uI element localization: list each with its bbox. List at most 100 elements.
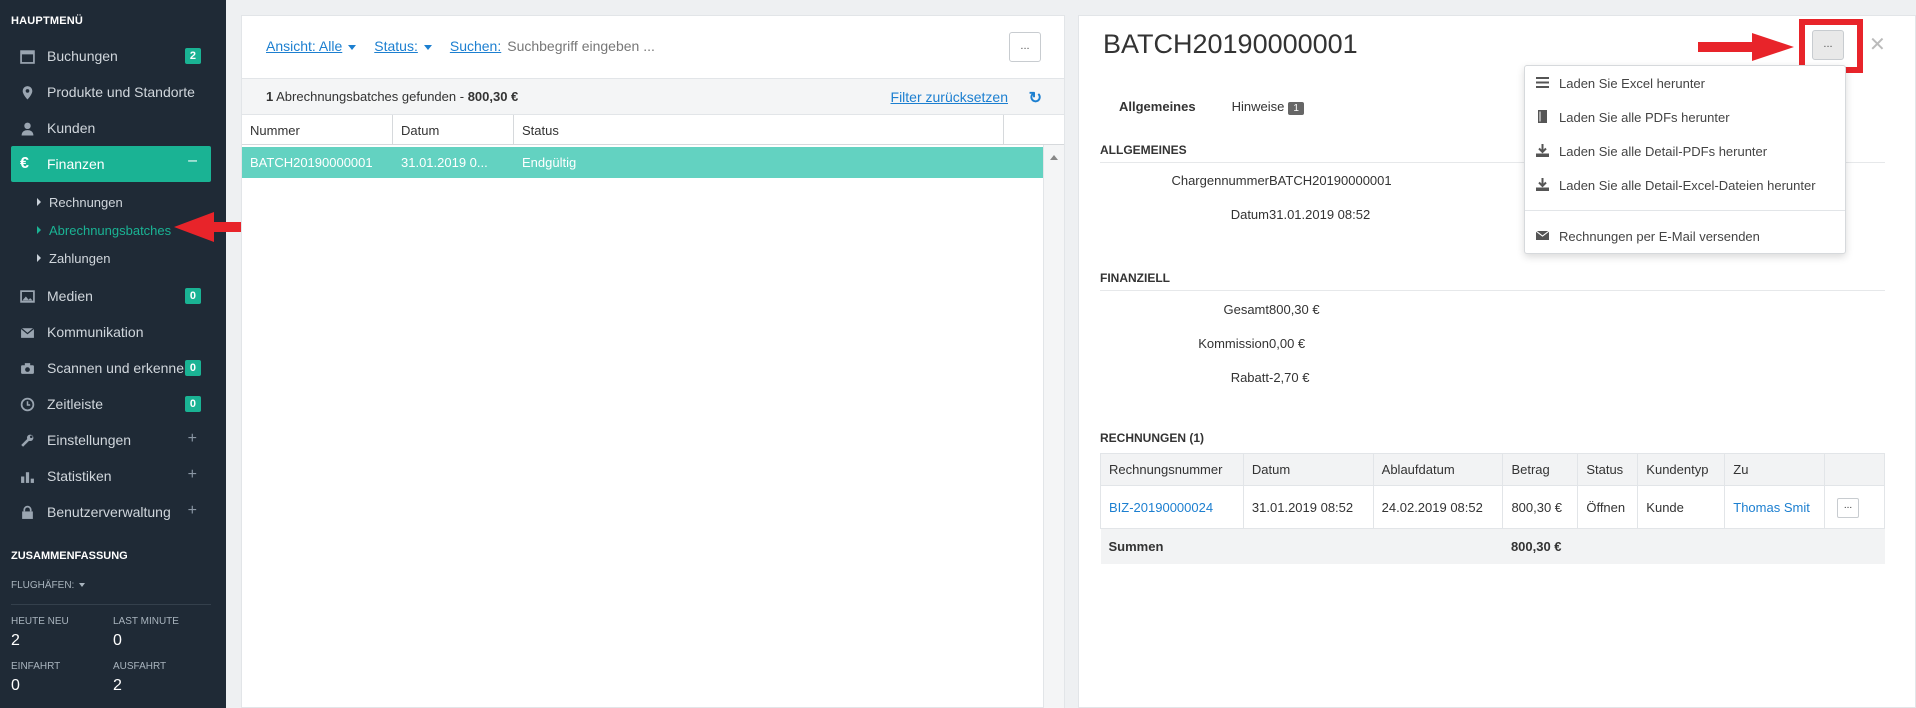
- download-dropdown-menu: Laden Sie Excel herunter Laden Sie alle …: [1524, 65, 1846, 254]
- sidebar-subitem-zahlungen[interactable]: Zahlungen: [0, 244, 226, 272]
- envelope-icon: [20, 327, 35, 338]
- batch-list-panel: Ansicht: Alle Status: Suchen: Suchbegrif…: [241, 15, 1065, 708]
- field-label: Gesamt: [1223, 302, 1269, 317]
- map-marker-icon: [22, 86, 33, 100]
- menu-item-label: Laden Sie alle Detail-Excel-Dateien heru…: [1559, 177, 1816, 193]
- tab-allgemeines[interactable]: Allgemeines: [1101, 86, 1214, 131]
- refresh-icon[interactable]: ↻: [1029, 88, 1042, 108]
- result-text: Abrechnungsbatches gefunden -: [276, 89, 465, 104]
- field-value: 31.01.2019 08:52: [1269, 207, 1371, 222]
- stat-value: 0: [113, 632, 122, 649]
- column-header-datum[interactable]: Datum: [393, 115, 514, 144]
- count-badge: 0: [184, 288, 201, 304]
- column-header-status[interactable]: Status: [514, 115, 1004, 144]
- bar-chart-icon: [21, 472, 34, 483]
- invoice-number-link[interactable]: BIZ-20190000024: [1109, 500, 1213, 515]
- sidebar-subitem-label: Zahlungen: [49, 250, 111, 266]
- field-label: Chargennummer: [1171, 173, 1269, 188]
- cell-status: Endgültig: [522, 155, 577, 170]
- sidebar-item-label: Scannen und erkennen: [47, 360, 192, 376]
- field-label: Datum: [1230, 207, 1269, 222]
- list-icon: [1536, 77, 1549, 88]
- column-header-nummer[interactable]: Nummer: [242, 115, 393, 144]
- invoice-amount-cell: 800,30 €: [1502, 485, 1579, 529]
- column-header-spacer: [1004, 115, 1043, 144]
- menu-item-pdfs[interactable]: Laden Sie alle PDFs herunter: [1525, 100, 1845, 134]
- sidebar-item-label: Einstellungen: [47, 432, 132, 448]
- airports-label: FLUGHÄFEN:: [11, 580, 75, 591]
- sidebar-subitem-label: Rechnungen: [49, 194, 123, 210]
- sidebar-item-kommunikation[interactable]: Kommunikation: [0, 314, 226, 350]
- close-icon[interactable]: ✕: [1869, 32, 1886, 57]
- detail-more-button[interactable]: ...: [1812, 30, 1844, 60]
- empty-cell: [1824, 528, 1885, 564]
- sidebar-item-buchungen[interactable]: Buchungen 2: [0, 38, 226, 74]
- status-filter[interactable]: Status:: [374, 38, 432, 54]
- expand-icon[interactable]: +: [188, 466, 197, 484]
- menu-item-email[interactable]: Rechnungen per E-Mail versenden: [1525, 219, 1845, 253]
- count-badge: 0: [184, 360, 201, 376]
- sidebar-item-zeitleiste[interactable]: Zeitleiste 0: [0, 386, 226, 422]
- sidebar-item-produkte[interactable]: Produkte und Standorte: [0, 74, 226, 110]
- sidebar-item-einstellungen[interactable]: Einstellungen +: [0, 422, 226, 458]
- sidebar-item-statistiken[interactable]: Statistiken +: [0, 458, 226, 494]
- customer-link[interactable]: Thomas Smit: [1733, 500, 1810, 515]
- invoice-status-cell: Öffnen: [1577, 485, 1639, 529]
- stat-value: 2: [11, 632, 20, 649]
- collapse-icon[interactable]: –: [188, 152, 197, 170]
- column-header: Rechnungsnummer: [1100, 453, 1244, 486]
- sidebar-item-scannen[interactable]: Scannen und erkennen 0: [0, 350, 226, 386]
- result-bar: 1 Abrechnungsbatches gefunden - 800,30 €…: [242, 78, 1064, 115]
- view-filter-label: Ansicht: Alle: [266, 38, 343, 54]
- row-more-button[interactable]: ...: [1837, 498, 1860, 518]
- stat-ausfahrt: AUSFAHRT 2: [113, 661, 166, 695]
- download-icon: [1536, 178, 1549, 191]
- view-filter[interactable]: Ansicht: Alle: [266, 38, 357, 54]
- invoice-actions-cell: ...: [1824, 485, 1885, 529]
- sidebar-item-label: Benutzerverwaltung: [47, 504, 171, 520]
- reset-filter-link[interactable]: Filter zurücksetzen: [891, 89, 1008, 105]
- table-row[interactable]: BATCH20190000001 31.01.2019 0... Endgült…: [242, 147, 1043, 178]
- menu-item-detail-excel[interactable]: Laden Sie alle Detail-Excel-Dateien heru…: [1525, 168, 1845, 202]
- empty-cell: [1724, 528, 1825, 564]
- count-badge: 1: [1288, 102, 1304, 115]
- stat-einfahrt: EINFAHRT 0: [11, 661, 60, 695]
- sidebar-item-finanzen[interactable]: € Finanzen –: [11, 146, 211, 182]
- menu-item-detail-pdfs[interactable]: Laden Sie alle Detail-PDFs herunter: [1525, 134, 1845, 168]
- empty-cell: [1243, 528, 1374, 564]
- menu-item-label: Laden Sie alle PDFs herunter: [1559, 109, 1730, 125]
- clock-icon: [20, 397, 35, 412]
- column-header: Ablaufdatum: [1372, 453, 1504, 486]
- euro-icon: €: [20, 155, 29, 172]
- sidebar-item-label: Medien: [47, 288, 93, 304]
- sidebar-item-benutzerverwaltung[interactable]: Benutzerverwaltung +: [0, 494, 226, 530]
- stat-heute-neu: HEUTE NEU 2: [11, 616, 69, 650]
- sidebar-item-medien[interactable]: Medien 0: [0, 278, 226, 314]
- sidebar-item-label: Kunden: [47, 120, 96, 136]
- result-count: 1: [266, 89, 274, 104]
- sidebar-item-kunden[interactable]: Kunden: [0, 110, 226, 146]
- expand-icon[interactable]: +: [188, 430, 197, 448]
- divider: [11, 604, 211, 605]
- envelope-icon: [1536, 230, 1549, 240]
- tab-hinweise[interactable]: Hinweise 1: [1214, 86, 1322, 131]
- search-label: Suchen:: [449, 38, 502, 54]
- count-badge: 0: [184, 396, 201, 412]
- empty-cell: [1637, 528, 1725, 564]
- count-badge: 2: [184, 48, 201, 64]
- status-filter-label: Status:: [374, 38, 418, 54]
- calendar-icon: [20, 50, 35, 64]
- stat-label: AUSFAHRT: [113, 661, 167, 672]
- list-more-button[interactable]: ...: [1009, 32, 1041, 62]
- expand-icon[interactable]: +: [188, 502, 197, 520]
- menu-item-excel[interactable]: Laden Sie Excel herunter: [1525, 66, 1845, 100]
- field-value: BATCH20190000001: [1269, 173, 1392, 188]
- sidebar-heading: HAUPTMENÜ: [11, 15, 84, 27]
- search-input[interactable]: Suchbegriff eingeben ...: [507, 38, 655, 54]
- scrollbar[interactable]: [1043, 145, 1064, 708]
- menu-item-label: Laden Sie Excel herunter: [1559, 75, 1705, 91]
- cell-date: 31.01.2019 0...: [401, 155, 488, 170]
- field-value: 0,00 €: [1269, 336, 1306, 351]
- page-title: BATCH20190000001: [1103, 29, 1358, 59]
- airports-filter[interactable]: FLUGHÄFEN:: [11, 580, 86, 591]
